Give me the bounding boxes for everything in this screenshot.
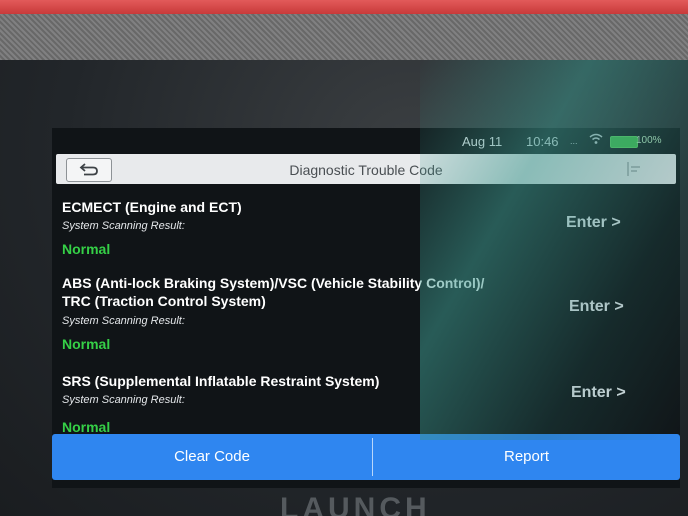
wifi-icon [589, 132, 603, 146]
action-bar: Clear Code Report [52, 434, 680, 480]
status-badge: Normal [62, 419, 111, 435]
system-name: SRS (Supplemental Inflatable Restraint S… [62, 373, 380, 389]
battery-icon [610, 136, 638, 148]
scan-result-label: System Scanning Result: [62, 394, 185, 406]
report-button[interactable]: Report [373, 434, 680, 480]
status-bar: Aug 11 10:46 ... 100% [52, 128, 680, 154]
device-screen: Aug 11 10:46 ... 100% Diagnostic Trouble… [52, 128, 680, 488]
system-name: ECMECT (Engine and ECT) [62, 199, 242, 215]
enter-button[interactable]: Enter > [571, 384, 626, 402]
battery-level: 100% [636, 135, 662, 146]
status-badge: Normal [62, 241, 111, 257]
status-time: 10:46 [526, 134, 559, 149]
title-bar: Diagnostic Trouble Code [56, 154, 676, 184]
enter-button[interactable]: Enter > [569, 298, 624, 316]
status-badge: Normal [62, 336, 111, 352]
clear-code-button[interactable]: Clear Code [52, 434, 372, 480]
list-item[interactable]: SRS (Supplemental Inflatable Restraint S… [52, 372, 680, 436]
menu-icon[interactable] [626, 160, 642, 178]
device-frame-top [0, 0, 688, 14]
device-brand-logo: LAUNCH [280, 494, 431, 516]
list-item[interactable]: ECMECT (Engine and ECT) System Scanning … [52, 198, 680, 262]
enter-button[interactable]: Enter > [566, 214, 621, 232]
list-item[interactable]: ABS (Anti-lock Braking System)/VSC (Vehi… [52, 274, 680, 356]
status-date: Aug 11 [462, 134, 503, 149]
signal-icon: ... [570, 136, 578, 146]
device-speaker-grille [0, 14, 688, 60]
scan-result-label: System Scanning Result: [62, 220, 185, 232]
system-name: ABS (Anti-lock Braking System)/VSC (Vehi… [62, 275, 485, 291]
scan-result-label: System Scanning Result: [62, 315, 185, 327]
system-list: ECMECT (Engine and ECT) System Scanning … [52, 188, 680, 438]
system-name-continued: TRC (Traction Control System) [62, 293, 266, 309]
page-title: Diagnostic Trouble Code [289, 162, 443, 178]
